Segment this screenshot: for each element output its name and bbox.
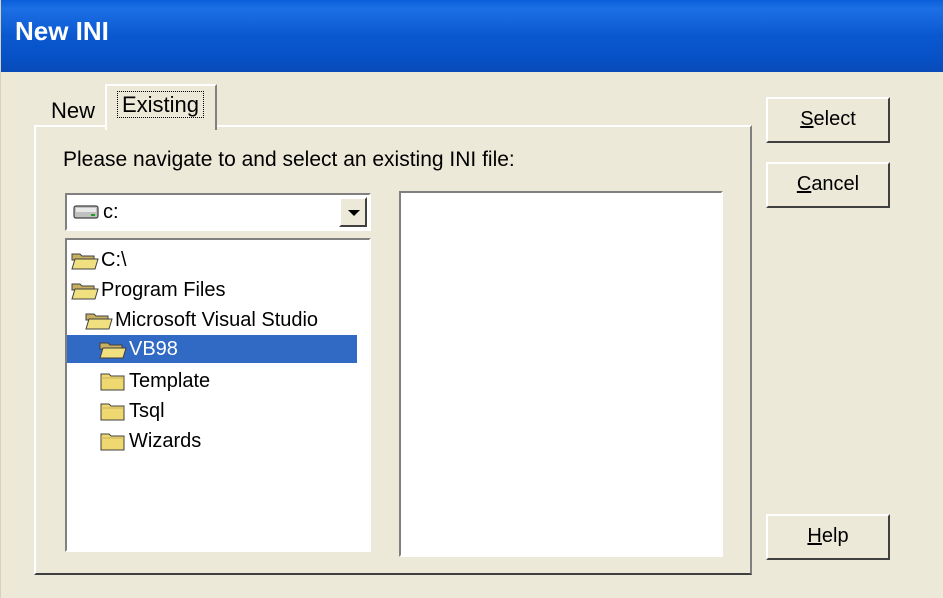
select-accel-key: S: [800, 108, 814, 130]
tab-existing-label: Existing: [117, 91, 205, 118]
dir-item-microsoft-visual-studio[interactable]: Microsoft Visual Studio: [85, 306, 318, 334]
drive-combo[interactable]: c:: [65, 193, 371, 231]
title-bar[interactable]: New INI: [1, 0, 943, 72]
closed-folder-icon: [100, 373, 125, 391]
dir-item-vb98[interactable]: VB98: [67, 335, 357, 363]
select-label-rest: elect: [813, 108, 856, 130]
dir-item-label: Template: [129, 369, 211, 392]
dir-item-label: Microsoft Visual Studio: [115, 308, 319, 331]
drive-icon: [73, 205, 99, 219]
open-folder-icon: [71, 283, 99, 300]
file-list[interactable]: [399, 191, 723, 557]
cancel-accel-key: C: [796, 173, 812, 195]
cancel-label-rest: ancel: [811, 173, 860, 195]
new-ini-dialog: New INI New Existing Please navigate to …: [0, 0, 943, 598]
dir-item-label: Program Files: [101, 278, 226, 301]
dir-item-label: Wizards: [129, 429, 202, 452]
help-button[interactable]: Help: [766, 514, 890, 560]
dir-item-label: C:\: [101, 248, 127, 271]
select-button[interactable]: Select: [766, 97, 890, 143]
drive-dropdown-button[interactable]: [339, 197, 367, 227]
tab-new-label: New: [51, 98, 96, 123]
drive-combo-value: c:: [103, 201, 119, 223]
help-label-rest: elp: [821, 525, 849, 547]
tab-new[interactable]: New: [41, 94, 101, 126]
help-accel-key: H: [807, 525, 822, 547]
dir-item-label: VB98: [129, 337, 178, 360]
open-folder-icon: [99, 342, 127, 359]
dir-item-c-root[interactable]: C:\: [71, 246, 127, 274]
cancel-button[interactable]: Cancel: [766, 162, 890, 208]
dir-item-label: Tsql: [129, 399, 165, 422]
open-folder-icon: [71, 253, 99, 270]
dir-item-tsql[interactable]: Tsql: [99, 397, 165, 425]
window-title: New INI: [15, 16, 109, 46]
open-folder-icon: [85, 313, 113, 330]
dir-item-template[interactable]: Template: [99, 367, 210, 395]
dir-item-program-files[interactable]: Program Files: [71, 276, 225, 304]
closed-folder-icon: [100, 403, 125, 421]
dir-item-wizards[interactable]: Wizards: [99, 427, 201, 455]
closed-folder-icon: [100, 433, 125, 451]
tab-existing[interactable]: Existing: [105, 84, 217, 130]
directory-list[interactable]: C:\ Program Files Microsoft Visual Studi…: [65, 238, 371, 552]
instruction-text: Please navigate to and select an existin…: [63, 148, 515, 171]
chevron-down-icon: [348, 210, 360, 216]
